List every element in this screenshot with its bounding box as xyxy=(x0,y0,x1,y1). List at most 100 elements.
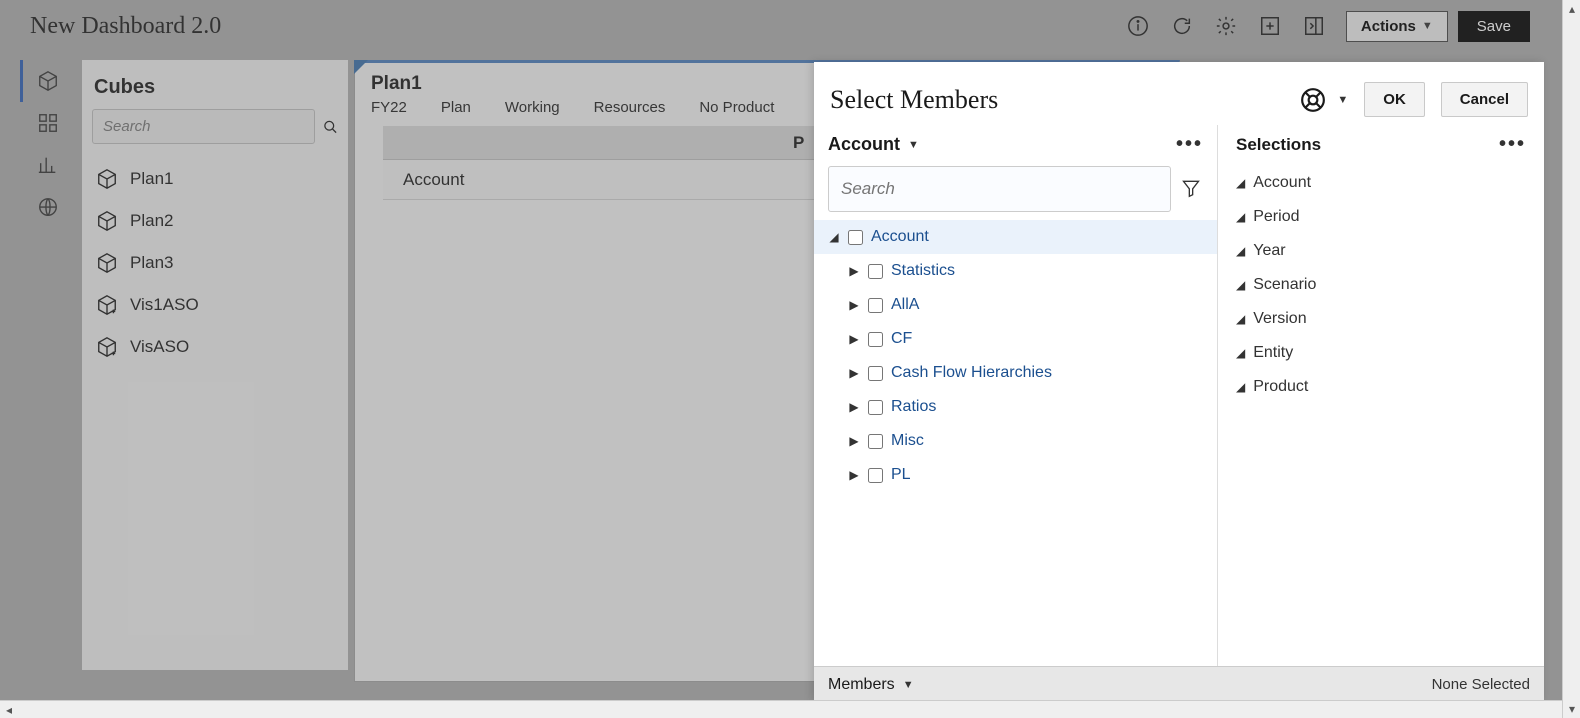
cube-item[interactable]: Plan3 xyxy=(82,242,348,284)
tree-row[interactable]: ▶ Statistics xyxy=(814,254,1217,288)
member-checkbox[interactable] xyxy=(848,230,863,245)
expand-icon[interactable]: ▶ xyxy=(848,333,860,345)
ok-button[interactable]: OK xyxy=(1364,82,1425,117)
dashboard-title: New Dashboard 2.0 xyxy=(30,13,221,40)
selection-item[interactable]: ◢Period xyxy=(1236,200,1526,234)
selection-item[interactable]: ◢ Entity xyxy=(1236,336,1526,370)
expand-icon[interactable]: ▶ xyxy=(848,469,860,481)
modal-header: Select Members ▼ OK Cancel xyxy=(814,62,1544,125)
member-checkbox[interactable] xyxy=(868,400,883,415)
modal-title: Select Members xyxy=(830,85,1289,115)
selections-title: Selections xyxy=(1236,135,1321,155)
cube-item[interactable]: VisASO xyxy=(82,326,348,368)
help-dropdown-icon[interactable]: ▼ xyxy=(1337,94,1348,106)
selection-item[interactable]: ◢ Product xyxy=(1236,370,1526,404)
cubes-search-input[interactable] xyxy=(92,109,315,144)
member-search-input[interactable] xyxy=(828,166,1171,212)
panel-toggle-icon[interactable] xyxy=(1298,10,1330,42)
refresh-icon[interactable] xyxy=(1166,10,1198,42)
collapse-icon: ◢ xyxy=(1236,346,1245,360)
cube-label: Plan1 xyxy=(130,169,173,189)
add-panel-icon[interactable] xyxy=(1254,10,1286,42)
cube-list: Plan1 Plan2 Plan3 Vis1ASO VisASO xyxy=(82,154,348,372)
rail-globe-icon[interactable] xyxy=(20,186,72,228)
selection-label: Product xyxy=(1253,378,1308,396)
member-checkbox[interactable] xyxy=(868,366,883,381)
select-members-modal: Select Members ▼ OK Cancel Account ▼ ••• xyxy=(814,62,1544,702)
collapse-icon[interactable]: ◢ xyxy=(828,231,840,243)
footer-mode-dropdown[interactable]: Members ▼ xyxy=(828,676,914,694)
selection-item[interactable]: ◢Account xyxy=(1236,166,1526,200)
tree-label: CF xyxy=(891,330,912,348)
tree-row[interactable]: ▶ PL xyxy=(814,458,1217,492)
tree-row[interactable]: ▶ Ratios xyxy=(814,390,1217,424)
expand-icon[interactable]: ▶ xyxy=(848,367,860,379)
selections-list: ◢Account ◢Period ◢Year ◢Scenario ◢Versio… xyxy=(1236,166,1526,404)
member-tree: ◢ Account ▶ Statistics ▶ AllA xyxy=(814,220,1217,492)
selection-item[interactable]: ◢Version xyxy=(1236,302,1526,336)
cube-icon xyxy=(96,168,118,190)
top-toolbar: New Dashboard 2.0 Actions ▼ Save xyxy=(0,6,1560,46)
expand-icon[interactable]: ▶ xyxy=(848,435,860,447)
collapse-icon: ◢ xyxy=(1236,380,1245,394)
pov-item[interactable]: Working xyxy=(505,99,560,116)
collapse-icon: ◢ xyxy=(1236,312,1245,326)
selection-item[interactable]: ◢Scenario xyxy=(1236,268,1526,302)
cubes-sidebar: Cubes Plan1 Plan2 Plan3 Vis1ASO VisASO xyxy=(82,60,348,670)
tree-root-label: Account xyxy=(871,228,929,246)
expand-icon[interactable]: ▶ xyxy=(848,299,860,311)
scroll-up-icon[interactable]: ▴ xyxy=(1565,2,1579,16)
filter-icon[interactable] xyxy=(1181,178,1203,200)
tree-label: PL xyxy=(891,466,911,484)
selection-label: Entity xyxy=(1253,344,1293,362)
cube-icon xyxy=(96,294,118,316)
pov-item[interactable]: Plan xyxy=(441,99,471,116)
tree-row[interactable]: ▶ Misc xyxy=(814,424,1217,458)
gear-icon[interactable] xyxy=(1210,10,1242,42)
footer-mode-label: Members xyxy=(828,676,895,694)
footer-status: None Selected xyxy=(1432,676,1530,693)
selection-label: Year xyxy=(1253,242,1285,260)
rail-grid-icon[interactable] xyxy=(20,102,72,144)
actions-button[interactable]: Actions ▼ xyxy=(1346,11,1448,42)
member-checkbox[interactable] xyxy=(868,264,883,279)
cube-item[interactable]: Plan2 xyxy=(82,200,348,242)
tree-label: Misc xyxy=(891,432,924,450)
scroll-left-icon[interactable]: ◂ xyxy=(2,703,16,717)
expand-icon[interactable]: ▶ xyxy=(848,401,860,413)
expand-icon[interactable]: ▶ xyxy=(848,265,860,277)
help-icon[interactable] xyxy=(1299,86,1327,114)
chevron-down-icon: ▼ xyxy=(1422,20,1433,32)
dimension-more-menu[interactable]: ••• xyxy=(1176,133,1203,156)
selection-label: Scenario xyxy=(1253,276,1316,294)
cube-item[interactable]: Vis1ASO xyxy=(82,284,348,326)
info-icon[interactable] xyxy=(1122,10,1154,42)
member-checkbox[interactable] xyxy=(868,332,883,347)
tree-row[interactable]: ▶ AllA xyxy=(814,288,1217,322)
cube-item[interactable]: Plan1 xyxy=(82,158,348,200)
rail-cubes-icon[interactable] xyxy=(20,60,72,102)
dimension-selector[interactable]: Account ▼ xyxy=(828,134,919,155)
pov-item[interactable]: No Product xyxy=(699,99,774,116)
tree-root-row[interactable]: ◢ Account xyxy=(814,220,1217,254)
rail-chart-icon[interactable] xyxy=(20,144,72,186)
pov-item[interactable]: Resources xyxy=(594,99,666,116)
member-checkbox[interactable] xyxy=(868,434,883,449)
cancel-button[interactable]: Cancel xyxy=(1441,82,1528,117)
tree-row[interactable]: ▶ CF xyxy=(814,322,1217,356)
selections-more-menu[interactable]: ••• xyxy=(1499,133,1526,156)
scroll-down-icon[interactable]: ▾ xyxy=(1565,702,1579,716)
vertical-scrollbar[interactable]: ▴ ▾ xyxy=(1562,0,1580,718)
member-checkbox[interactable] xyxy=(868,298,883,313)
pov-item[interactable]: FY22 xyxy=(371,99,407,116)
cube-label: VisASO xyxy=(130,337,189,357)
save-button[interactable]: Save xyxy=(1458,11,1530,42)
tree-label: Cash Flow Hierarchies xyxy=(891,364,1052,382)
member-checkbox[interactable] xyxy=(868,468,883,483)
search-icon[interactable] xyxy=(323,115,338,139)
selection-item[interactable]: ◢ Year xyxy=(1236,234,1526,268)
collapse-icon: ◢ xyxy=(1236,244,1245,258)
horizontal-scrollbar[interactable]: ◂ xyxy=(0,700,1562,718)
dimension-label: Account xyxy=(828,134,900,155)
tree-row[interactable]: ▶ Cash Flow Hierarchies xyxy=(814,356,1217,390)
